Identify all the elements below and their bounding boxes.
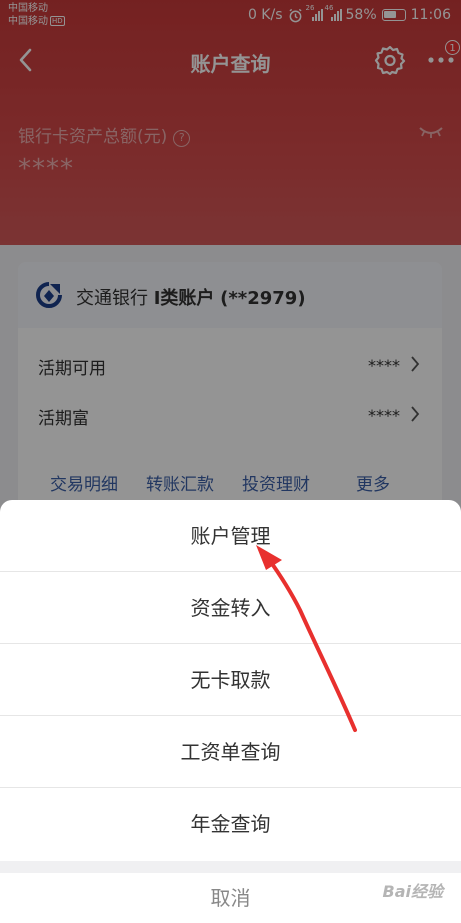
sheet-item-annuity-query[interactable]: 年金查询: [0, 788, 461, 860]
sheet-item-account-management[interactable]: 账户管理: [0, 500, 461, 572]
sheet-item-cardless-withdrawal[interactable]: 无卡取款: [0, 644, 461, 716]
action-sheet: 账户管理 资金转入 无卡取款 工资单查询 年金查询 取消: [0, 500, 461, 923]
sheet-divider: [0, 861, 461, 873]
baidu-watermark: Bai经验: [382, 882, 443, 901]
sheet-item-fund-transfer-in[interactable]: 资金转入: [0, 572, 461, 644]
sheet-item-payslip-query[interactable]: 工资单查询: [0, 716, 461, 788]
